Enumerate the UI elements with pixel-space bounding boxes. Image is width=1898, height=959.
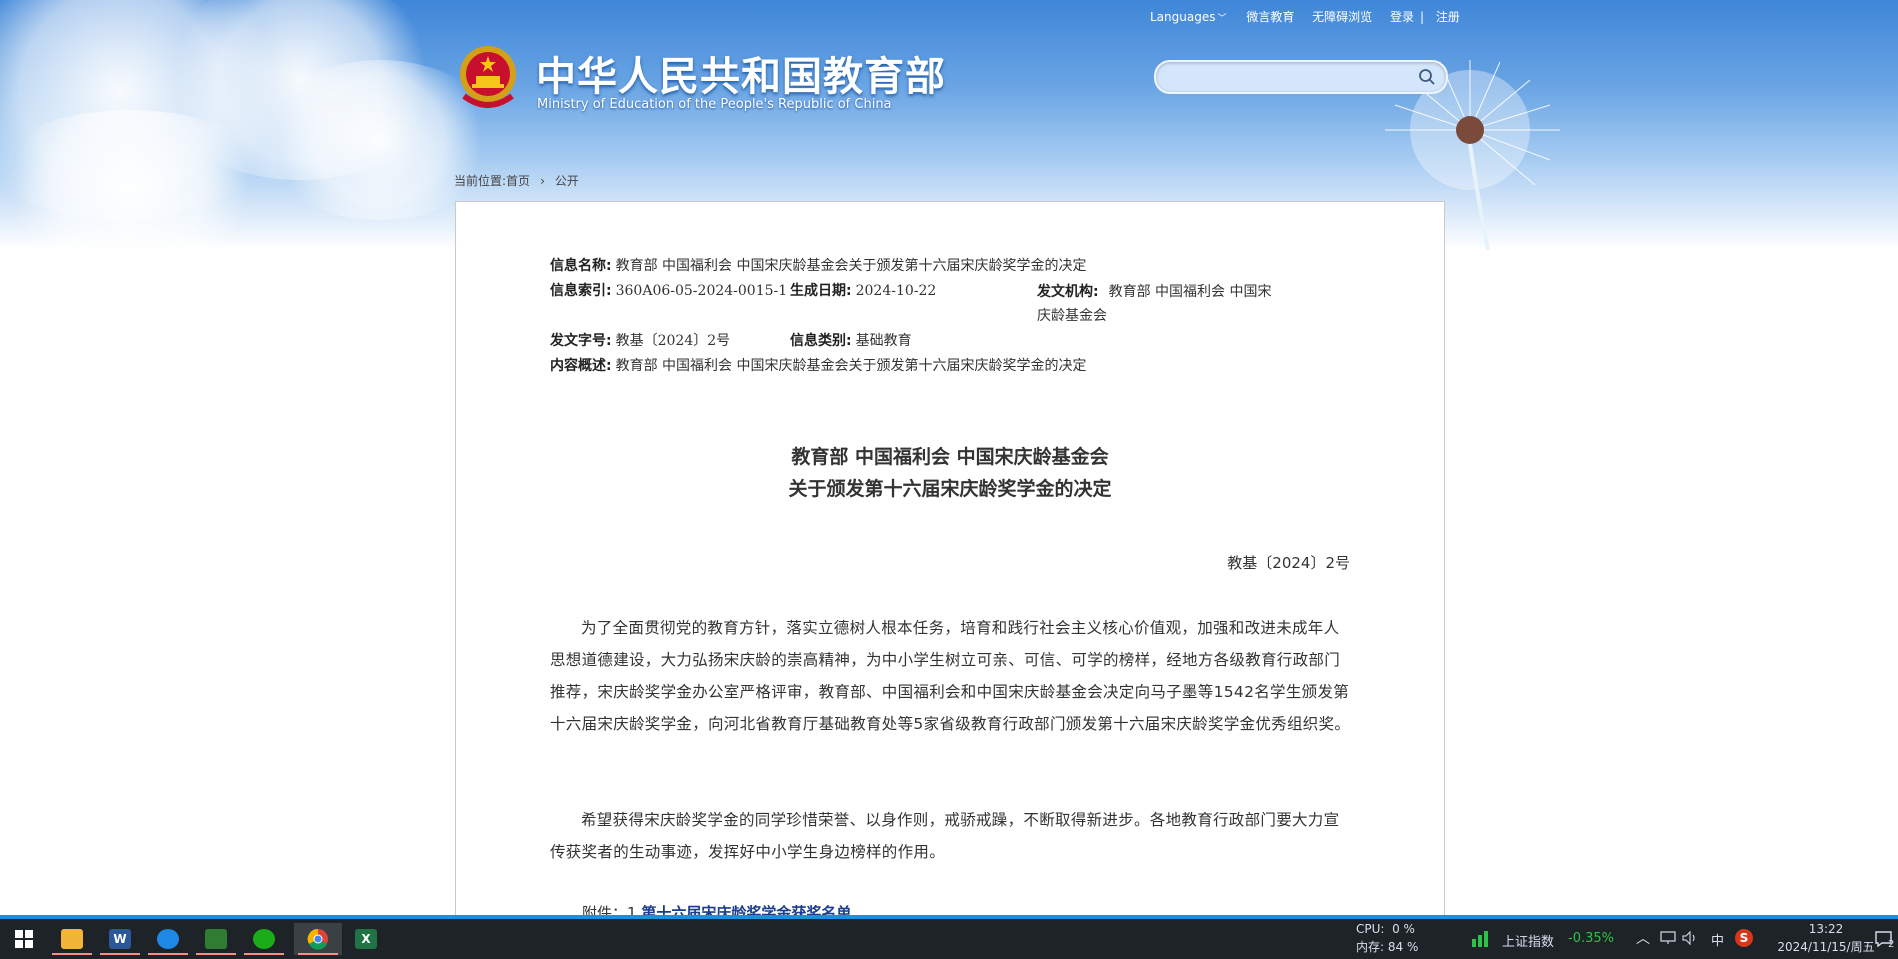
meta-date-label: 生成日期: — [790, 283, 852, 299]
meta-name-value: 教育部 中国福利会 中国宋庆龄基金会关于颁发第十六届宋庆龄奖学金的决定 — [615, 258, 1087, 274]
accessibility-link[interactable]: 无障碍浏览 — [1312, 10, 1372, 24]
meta-row-docno: 发文字号: 教基〔2024〕2号 — [550, 330, 730, 350]
divider: | — [1420, 10, 1425, 24]
browser-q-button[interactable] — [144, 923, 192, 955]
memory-meter: 内存: 84 % — [1356, 938, 1418, 955]
weiyan-link[interactable]: 微言教育 — [1246, 10, 1294, 24]
meta-index-label: 信息索引: — [550, 283, 612, 299]
meta-summary-value: 教育部 中国福利会 中国宋庆龄基金会关于颁发第十六届宋庆龄奖学金的决定 — [615, 358, 1087, 374]
chrome-icon — [307, 928, 328, 950]
remote-desktop-button[interactable] — [192, 923, 240, 955]
meta-row-summary: 内容概述: 教育部 中国福利会 中国宋庆龄基金会关于颁发第十六届宋庆龄奖学金的决定 — [550, 355, 1087, 375]
excel-icon: X — [355, 929, 377, 949]
stock-chart-icon[interactable] — [1470, 929, 1492, 947]
clock-time[interactable]: 13:22 — [1796, 922, 1856, 936]
network-icon[interactable] — [1660, 931, 1676, 945]
meta-row-index: 信息索引: 360A06-05-2024-0015-1 — [550, 280, 787, 300]
meta-date-value: 2024-10-22 — [855, 283, 937, 299]
meta-index-value: 360A06-05-2024-0015-1 — [615, 283, 788, 299]
stock-change: -0.35% — [1568, 931, 1614, 946]
chevron-down-icon: ﹀ — [1217, 14, 1227, 24]
meta-summary-label: 内容概述: — [550, 358, 612, 374]
start-icon — [15, 930, 33, 948]
document-title-line1: 教育部 中国福利会 中国宋庆龄基金会 — [791, 446, 1109, 468]
ime-indicator[interactable]: 中 — [1711, 930, 1724, 949]
meta-docno-value: 教基〔2024〕2号 — [615, 333, 731, 349]
file-explorer-button[interactable] — [48, 923, 96, 955]
breadcrumb-current[interactable]: 公开 — [555, 174, 579, 188]
search-box — [1154, 60, 1448, 94]
meta-row-org: 发文机构: 教育部 中国福利会 中国宋庆龄基金会 — [1037, 280, 1277, 328]
meta-name-label: 信息名称: — [550, 258, 612, 274]
languages-link[interactable]: Languages — [1150, 10, 1215, 24]
cpu-label: CPU: — [1356, 922, 1385, 936]
site-title[interactable]: 中华人民共和国教育部 — [536, 44, 946, 102]
breadcrumb-home[interactable]: 首页 — [506, 174, 530, 188]
document-paragraph-1: 为了全面贯彻党的教育方针，落实立德树人根本任务，培育和践行社会主义核心价值观，加… — [550, 619, 1351, 733]
breadcrumb-label: 当前位置: — [454, 174, 507, 188]
cpu-meter: CPU: 0 % — [1356, 922, 1415, 936]
document-number: 教基〔2024〕2号 — [1227, 554, 1350, 572]
stock-name[interactable]: 上证指数 — [1502, 931, 1554, 950]
start-button[interactable] — [0, 923, 48, 955]
meta-docno-label: 发文字号: — [550, 333, 612, 349]
search-icon[interactable] — [1418, 68, 1436, 86]
windows-taskbar: W X CPU: 0 % 内存: 84 % 上证指数 -0.35% ︿ 中 S … — [0, 915, 1898, 959]
document-title-line2: 关于颁发第十六届宋庆龄奖学金的决定 — [788, 478, 1112, 500]
meta-category-label: 信息类别: — [790, 333, 852, 349]
top-links: Languages ﹀ 微言教育 无障碍浏览 登录 | 注册 — [1150, 8, 1474, 25]
wechat-button[interactable] — [240, 923, 288, 955]
excel-button[interactable]: X — [342, 923, 390, 955]
meta-row-category: 信息类别: 基础教育 — [790, 330, 912, 350]
breadcrumb-separator-icon: › — [540, 174, 545, 188]
word-button[interactable]: W — [96, 923, 144, 955]
volume-icon[interactable] — [1682, 931, 1698, 945]
meta-row-name: 信息名称: 教育部 中国福利会 中国宋庆龄基金会关于颁发第十六届宋庆龄奖学金的决定 — [550, 255, 1087, 275]
chrome-button[interactable] — [294, 923, 342, 955]
meta-row-date: 生成日期: 2024-10-22 — [790, 280, 936, 300]
wechat-icon — [253, 929, 275, 949]
login-link[interactable]: 登录 — [1390, 10, 1414, 24]
chevron-up-icon[interactable]: ︿ — [1636, 928, 1650, 948]
word-icon: W — [109, 929, 131, 949]
meta-category-value: 基础教育 — [855, 333, 912, 349]
content-panel: 信息名称: 教育部 中国福利会 中国宋庆龄基金会关于颁发第十六届宋庆龄奖学金的决定… — [455, 201, 1445, 922]
remote-desktop-icon — [205, 929, 227, 949]
search-input[interactable] — [1170, 67, 1404, 89]
sogou-input-icon[interactable]: S — [1735, 929, 1753, 947]
register-link[interactable]: 注册 — [1436, 10, 1460, 24]
national-emblem-icon — [460, 46, 516, 108]
file-explorer-icon — [61, 929, 83, 949]
document-paragraph-2: 希望获得宋庆龄奖学金的同学珍惜荣誉、以身作则，戒骄戒躁，不断取得新进步。各地教育… — [550, 811, 1340, 861]
site-subtitle: Ministry of Education of the People's Re… — [537, 97, 892, 112]
breadcrumb: 当前位置:首页 › 公开 — [454, 172, 585, 189]
browser-q-icon — [157, 929, 179, 949]
memory-label: 内存: — [1356, 940, 1385, 954]
notification-count: 2 — [1888, 939, 1895, 950]
meta-org-label: 发文机构: — [1037, 284, 1099, 300]
clock-date[interactable]: 2024/11/15/周五 — [1766, 938, 1886, 955]
cpu-value: 0 % — [1392, 922, 1415, 936]
memory-value: 84 % — [1387, 940, 1419, 954]
